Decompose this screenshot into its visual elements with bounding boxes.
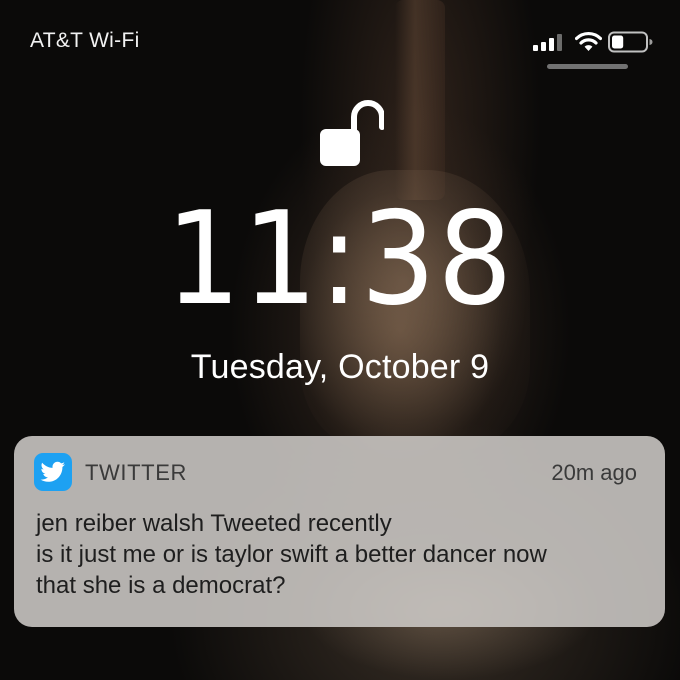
- notification-app-name: TWITTER: [85, 460, 187, 485]
- notification-line: jen reiber walsh Tweeted recently: [36, 510, 392, 537]
- wifi-icon: [575, 31, 602, 51]
- twitter-bird-icon: [34, 453, 72, 491]
- notification-line: that she is a democrat?: [36, 572, 286, 599]
- notification-timestamp: 20m ago: [551, 460, 637, 485]
- lock-screen-time: 11:38: [165, 185, 515, 334]
- carrier-label: AT&T Wi-Fi: [30, 29, 140, 52]
- lock-screen-date: Tuesday, October 9: [190, 348, 490, 386]
- notification-body: jen reiber walsh Tweeted recently is it …: [36, 508, 656, 601]
- status-bar: AT&T Wi-Fi: [0, 0, 680, 70]
- control-center-indicator[interactable]: [547, 64, 628, 69]
- cellular-signal-icon: [533, 34, 562, 51]
- battery-icon: [608, 31, 653, 53]
- twitter-notification[interactable]: TWITTER 20m ago jen reiber walsh Tweeted…: [14, 436, 665, 627]
- unlocked-padlock-icon: [320, 100, 384, 166]
- notification-line: is it just me or is taylor swift a bette…: [36, 541, 547, 568]
- twitter-bird-glyph: [40, 461, 65, 482]
